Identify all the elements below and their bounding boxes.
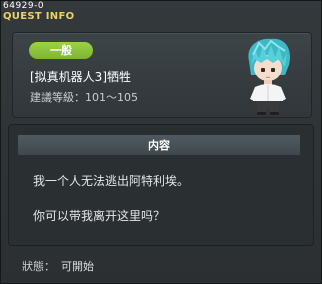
quest-status: 狀態： 可開始 [22,260,94,274]
quest-info-window: 64929-0 QUEST INFO 一般 [拟真机器人3]牺牲 建議等級：10… [0,0,322,284]
npc-portrait-icon [235,35,299,117]
status-value: 可開始 [61,260,94,273]
status-label: 狀態： [22,260,55,273]
window-title: QUEST INFO [3,11,75,22]
content-line: 我一个人无法逃出阿特利埃。 [33,174,190,188]
category-badge: 一般 [29,42,93,59]
level-separator: ： [74,91,85,104]
quest-name: [拟真机器人3]牺牲 [30,70,131,84]
content-header: 内容 [17,134,301,156]
recommended-level: 建議等級：101～105 [30,91,138,105]
level-range: 101～105 [85,91,138,104]
level-label: 建議等級 [30,91,74,104]
quest-content-panel: 内容 我一个人无法逃出阿特利埃。 你可以带我离开这里吗？ [8,124,314,246]
content-line: 你可以带我离开这里吗？ [33,209,166,223]
quest-id: 64929-0 [3,1,45,11]
quest-header-panel: 一般 [拟真机器人3]牺牲 建議等級：101～105 [12,32,312,118]
